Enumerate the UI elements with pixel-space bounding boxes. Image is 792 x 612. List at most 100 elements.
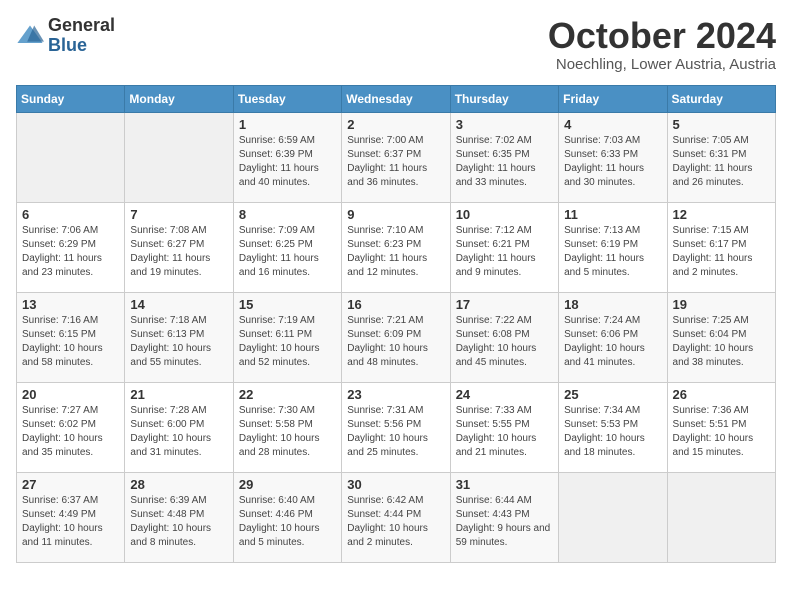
calendar-cell: 13Sunrise: 7:16 AMSunset: 6:15 PMDayligh…: [17, 292, 125, 382]
calendar-cell: 8 Sunrise: 7:09 AMSunset: 6:25 PMDaylight…: [233, 202, 341, 292]
day-number: 27: [22, 477, 119, 492]
calendar-cell: 31Sunrise: 6:44 AMSunset: 4:43 PMDayligh…: [450, 472, 558, 562]
calendar-cell: 2Sunrise: 7:00 AMSunset: 6:37 PMDaylight…: [342, 112, 450, 202]
calendar-cell: 29Sunrise: 6:40 AMSunset: 4:46 PMDayligh…: [233, 472, 341, 562]
day-number: 4: [564, 117, 661, 132]
calendar-cell: 24 Sunrise: 7:33 AMSunset: 5:55 PMDayligh…: [450, 382, 558, 472]
day-info: Sunrise: 7:36 AMSunset: 5:51 PMDaylight:…: [673, 404, 770, 460]
day-info: Sunrise: 6:37 AMSunset: 4:49 PMDaylight:…: [22, 494, 119, 550]
calendar-cell: [17, 112, 125, 202]
day-number: 19: [673, 297, 770, 312]
day-info: Sunrise: 7:15 AMSunset: 6:17 PMDaylight:…: [673, 224, 770, 280]
day-number: 2: [347, 117, 444, 132]
calendar-cell: 19 Sunrise: 7:25 AMSunset: 6:04 PMDayligh…: [667, 292, 775, 382]
day-info: Sunrise: 7:24 AMSunset: 6:06 PMDaylight:…: [564, 314, 661, 370]
day-info: Sunrise: 7:10 AMSunset: 6:23 PMDaylight:…: [347, 224, 444, 280]
day-info: Sunrise: 7:31 AMSunset: 5:56 PMDaylight:…: [347, 404, 444, 460]
calendar-cell: 16Sunrise: 7:21 AMSunset: 6:09 PMDayligh…: [342, 292, 450, 382]
day-number: 29: [239, 477, 336, 492]
calendar-cell: 15 Sunrise: 7:19 AMSunset: 6:11 PMDayligh…: [233, 292, 341, 382]
calendar-week-row: 13Sunrise: 7:16 AMSunset: 6:15 PMDayligh…: [17, 292, 776, 382]
day-number: 24: [456, 387, 553, 402]
calendar-cell: 11 Sunrise: 7:13 AMSunset: 6:19 PMDayligh…: [559, 202, 667, 292]
day-number: 13: [22, 297, 119, 312]
calendar-cell: 7 Sunrise: 7:08 AMSunset: 6:27 PMDaylight…: [125, 202, 233, 292]
day-info: Sunrise: 7:33 AMSunset: 5:55 PMDaylight:…: [456, 404, 553, 460]
day-info: Sunrise: 7:22 AMSunset: 6:08 PMDaylight:…: [456, 314, 553, 370]
day-number: 10: [456, 207, 553, 222]
day-info: Sunrise: 7:19 AMSunset: 6:11 PMDaylight:…: [239, 314, 336, 370]
day-info: Sunrise: 7:18 AMSunset: 6:13 PMDaylight:…: [130, 314, 227, 370]
day-info: Sunrise: 7:34 AMSunset: 5:53 PMDaylight:…: [564, 404, 661, 460]
calendar-week-row: 6 Sunrise: 7:06 AMSunset: 6:29 PMDaylight…: [17, 202, 776, 292]
day-number: 30: [347, 477, 444, 492]
day-info: Sunrise: 7:09 AMSunset: 6:25 PMDaylight:…: [239, 224, 336, 280]
calendar-cell: 5Sunrise: 7:05 AMSunset: 6:31 PMDaylight…: [667, 112, 775, 202]
day-number: 3: [456, 117, 553, 132]
day-number: 7: [130, 207, 227, 222]
calendar-cell: 28 Sunrise: 6:39 AMSunset: 4:48 PMDayligh…: [125, 472, 233, 562]
day-number: 5: [673, 117, 770, 132]
weekday-header: Saturday: [667, 85, 775, 112]
day-number: 31: [456, 477, 553, 492]
calendar-cell: 17Sunrise: 7:22 AMSunset: 6:08 PMDayligh…: [450, 292, 558, 382]
calendar-cell: 21 Sunrise: 7:28 AMSunset: 6:00 PMDayligh…: [125, 382, 233, 472]
logo-blue: Blue: [48, 36, 115, 56]
day-info: Sunrise: 7:30 AMSunset: 5:58 PMDaylight:…: [239, 404, 336, 460]
day-number: 8: [239, 207, 336, 222]
day-info: Sunrise: 7:28 AMSunset: 6:00 PMDaylight:…: [130, 404, 227, 460]
calendar-cell: [125, 112, 233, 202]
day-number: 26: [673, 387, 770, 402]
day-info: Sunrise: 6:42 AMSunset: 4:44 PMDaylight:…: [347, 494, 444, 550]
calendar-cell: 23Sunrise: 7:31 AMSunset: 5:56 PMDayligh…: [342, 382, 450, 472]
calendar-cell: 3Sunrise: 7:02 AMSunset: 6:35 PMDaylight…: [450, 112, 558, 202]
day-number: 1: [239, 117, 336, 132]
calendar-cell: 1Sunrise: 6:59 AMSunset: 6:39 PMDaylight…: [233, 112, 341, 202]
day-number: 22: [239, 387, 336, 402]
weekday-header: Monday: [125, 85, 233, 112]
location-title: Noechling, Lower Austria, Austria: [548, 56, 776, 73]
day-number: 15: [239, 297, 336, 312]
day-number: 14: [130, 297, 227, 312]
day-number: 12: [673, 207, 770, 222]
day-info: Sunrise: 7:25 AMSunset: 6:04 PMDaylight:…: [673, 314, 770, 370]
day-number: 21: [130, 387, 227, 402]
day-number: 28: [130, 477, 227, 492]
logo-general: General: [48, 16, 115, 36]
weekday-header: Tuesday: [233, 85, 341, 112]
calendar-cell: 20 Sunrise: 7:27 AMSunset: 6:02 PMDayligh…: [17, 382, 125, 472]
day-info: Sunrise: 6:39 AMSunset: 4:48 PMDaylight:…: [130, 494, 227, 550]
day-info: Sunrise: 7:06 AMSunset: 6:29 PMDaylight:…: [22, 224, 119, 280]
calendar-cell: 4Sunrise: 7:03 AMSunset: 6:33 PMDaylight…: [559, 112, 667, 202]
weekday-header: Friday: [559, 85, 667, 112]
calendar-cell: 25 Sunrise: 7:34 AMSunset: 5:53 PMDayligh…: [559, 382, 667, 472]
day-info: Sunrise: 7:13 AMSunset: 6:19 PMDaylight:…: [564, 224, 661, 280]
calendar-week-row: 20 Sunrise: 7:27 AMSunset: 6:02 PMDayligh…: [17, 382, 776, 472]
logo-text: General Blue: [48, 16, 115, 56]
weekday-header: Wednesday: [342, 85, 450, 112]
calendar-week-row: 1Sunrise: 6:59 AMSunset: 6:39 PMDaylight…: [17, 112, 776, 202]
day-info: Sunrise: 7:27 AMSunset: 6:02 PMDaylight:…: [22, 404, 119, 460]
title-section: October 2024 Noechling, Lower Austria, A…: [548, 16, 776, 73]
logo-icon: [16, 22, 44, 50]
weekday-header: Sunday: [17, 85, 125, 112]
calendar-cell: 27 Sunrise: 6:37 AMSunset: 4:49 PMDayligh…: [17, 472, 125, 562]
calendar-cell: 22 Sunrise: 7:30 AMSunset: 5:58 PMDayligh…: [233, 382, 341, 472]
day-number: 11: [564, 207, 661, 222]
day-number: 20: [22, 387, 119, 402]
calendar-cell: [667, 472, 775, 562]
calendar-cell: 10 Sunrise: 7:12 AMSunset: 6:21 PMDayligh…: [450, 202, 558, 292]
day-info: Sunrise: 7:08 AMSunset: 6:27 PMDaylight:…: [130, 224, 227, 280]
month-title: October 2024: [548, 16, 776, 56]
calendar-cell: [559, 472, 667, 562]
day-number: 18: [564, 297, 661, 312]
calendar-cell: 30 Sunrise: 6:42 AMSunset: 4:44 PMDayligh…: [342, 472, 450, 562]
calendar-cell: 26 Sunrise: 7:36 AMSunset: 5:51 PMDayligh…: [667, 382, 775, 472]
calendar-cell: 9 Sunrise: 7:10 AMSunset: 6:23 PMDaylight…: [342, 202, 450, 292]
day-number: 9: [347, 207, 444, 222]
day-number: 6: [22, 207, 119, 222]
calendar-cell: 14 Sunrise: 7:18 AMSunset: 6:13 PMDayligh…: [125, 292, 233, 382]
day-number: 25: [564, 387, 661, 402]
day-info: Sunrise: 7:12 AMSunset: 6:21 PMDaylight:…: [456, 224, 553, 280]
calendar-cell: 12 Sunrise: 7:15 AMSunset: 6:17 PMDayligh…: [667, 202, 775, 292]
